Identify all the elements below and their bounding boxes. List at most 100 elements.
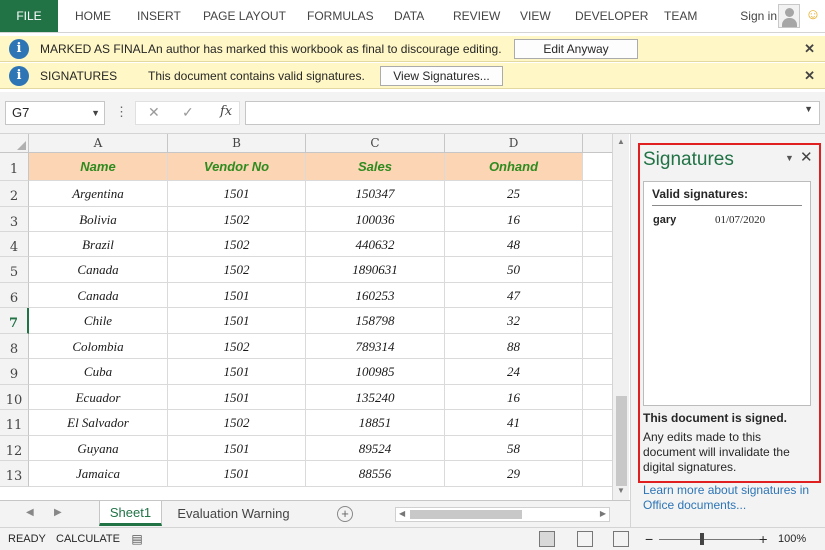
header-cell[interactable]: Vendor No <box>168 153 306 181</box>
signature-date[interactable]: 01/07/2020 <box>715 214 765 226</box>
row-header[interactable]: 1 <box>0 153 29 181</box>
macro-record-icon[interactable]: ▤ <box>130 532 144 546</box>
table-cell[interactable]: 100985 <box>306 359 445 385</box>
table-cell[interactable]: 135240 <box>306 385 445 410</box>
table-cell[interactable] <box>583 359 612 385</box>
zoom-slider[interactable] <box>659 539 767 540</box>
add-sheet-icon[interactable]: + <box>337 506 353 522</box>
table-cell[interactable]: 150347 <box>306 181 445 207</box>
tab-developer[interactable]: DEVELOPER <box>575 0 648 32</box>
table-cell[interactable]: 1501 <box>168 359 306 385</box>
row-header[interactable]: 2 <box>0 181 29 207</box>
table-cell[interactable]: Cuba <box>29 359 168 385</box>
insert-function-icon[interactable]: fx <box>220 104 232 119</box>
table-cell[interactable]: 29 <box>445 461 583 487</box>
table-cell[interactable]: 50 <box>445 257 583 283</box>
table-cell[interactable]: 789314 <box>306 334 445 359</box>
table-cell[interactable] <box>583 181 612 207</box>
tab-file[interactable]: FILE <box>0 0 58 32</box>
table-cell[interactable]: 47 <box>445 283 583 308</box>
header-cell[interactable]: Onhand <box>445 153 583 181</box>
tab-insert[interactable]: INSERT <box>137 0 181 32</box>
table-cell[interactable] <box>583 334 612 359</box>
table-cell[interactable] <box>583 257 612 283</box>
table-cell[interactable]: 1502 <box>168 410 306 436</box>
table-cell[interactable]: 1502 <box>168 257 306 283</box>
tab-team[interactable]: TEAM <box>664 0 697 32</box>
header-cell[interactable] <box>583 153 612 181</box>
normal-view-icon[interactable] <box>539 531 555 547</box>
table-cell[interactable] <box>583 283 612 308</box>
zoom-in-button[interactable]: + <box>759 528 767 550</box>
table-cell[interactable]: 1501 <box>168 436 306 461</box>
tab-page-layout[interactable]: PAGE LAYOUT <box>203 0 286 32</box>
signer-name[interactable]: gary <box>653 214 676 226</box>
select-all-corner[interactable] <box>0 134 29 153</box>
close-icon[interactable]: ✕ <box>804 63 815 89</box>
tab-review[interactable]: REVIEW <box>453 0 500 32</box>
table-cell[interactable] <box>583 385 612 410</box>
name-box[interactable]: G7 ▼ <box>5 101 105 125</box>
table-cell[interactable]: 41 <box>445 410 583 436</box>
vertical-scrollbar[interactable]: ▲ ▼ <box>612 134 629 500</box>
table-cell[interactable]: 1502 <box>168 207 306 232</box>
table-cell[interactable]: 24 <box>445 359 583 385</box>
scroll-thumb[interactable] <box>410 510 522 519</box>
table-cell[interactable] <box>583 436 612 461</box>
header-cell[interactable]: Sales <box>306 153 445 181</box>
row-header[interactable]: 9 <box>0 359 29 385</box>
pane-options-icon[interactable]: ▼ <box>785 153 794 163</box>
scroll-down-icon[interactable]: ▼ <box>617 486 625 495</box>
table-cell[interactable] <box>583 461 612 487</box>
scroll-left-icon[interactable]: ◀ <box>399 509 405 518</box>
zoom-out-button[interactable]: − <box>645 528 653 550</box>
page-break-view-icon[interactable] <box>613 531 629 547</box>
table-cell[interactable]: Argentina <box>29 181 168 207</box>
status-calculate[interactable]: CALCULATE <box>56 528 120 550</box>
cancel-icon[interactable]: ✕ <box>148 104 160 121</box>
table-cell[interactable]: 1890631 <box>306 257 445 283</box>
edit-anyway-button[interactable]: Edit Anyway <box>514 39 638 59</box>
zoom-slider-thumb[interactable] <box>700 533 704 545</box>
enter-icon[interactable]: ✓ <box>182 104 194 121</box>
table-cell[interactable] <box>583 410 612 436</box>
row-header[interactable]: 12 <box>0 436 29 461</box>
table-cell[interactable]: 88556 <box>306 461 445 487</box>
horizontal-scrollbar[interactable]: ◀ ▶ <box>395 507 610 522</box>
row-header[interactable]: 11 <box>0 410 29 436</box>
next-sheet-icon[interactable]: ▶ <box>54 507 62 518</box>
table-cell[interactable]: 16 <box>445 207 583 232</box>
row-header[interactable]: 5 <box>0 257 29 283</box>
table-cell[interactable]: Ecuador <box>29 385 168 410</box>
smile-feedback-icon[interactable]: ☺ <box>805 7 821 23</box>
sign-in-link[interactable]: Sign in <box>740 0 777 32</box>
more-options-icon[interactable]: ⋮ <box>115 101 128 125</box>
table-cell[interactable] <box>583 207 612 232</box>
prev-sheet-icon[interactable]: ◀ <box>26 507 34 518</box>
table-cell[interactable]: 16 <box>445 385 583 410</box>
table-cell[interactable]: 1502 <box>168 232 306 257</box>
table-cell[interactable]: 1501 <box>168 385 306 410</box>
tab-home[interactable]: HOME <box>75 0 111 32</box>
row-header[interactable]: 4 <box>0 232 29 257</box>
table-cell[interactable]: Jamaica <box>29 461 168 487</box>
table-cell[interactable]: 160253 <box>306 283 445 308</box>
tab-formulas[interactable]: FORMULAS <box>307 0 374 32</box>
table-cell[interactable]: Colombia <box>29 334 168 359</box>
table-cell[interactable]: Canada <box>29 283 168 308</box>
table-cell[interactable]: 1501 <box>168 461 306 487</box>
column-header[interactable] <box>583 134 612 153</box>
table-cell[interactable]: Guyana <box>29 436 168 461</box>
table-cell[interactable]: 48 <box>445 232 583 257</box>
table-cell[interactable]: 440632 <box>306 232 445 257</box>
table-cell[interactable]: Canada <box>29 257 168 283</box>
table-cell[interactable]: 1502 <box>168 334 306 359</box>
table-cell[interactable] <box>583 232 612 257</box>
row-header[interactable]: 13 <box>0 461 29 487</box>
close-icon[interactable]: ✕ <box>804 36 815 62</box>
table-cell[interactable]: El Salvador <box>29 410 168 436</box>
zoom-level[interactable]: 100% <box>778 528 806 550</box>
column-header[interactable]: B <box>168 134 306 153</box>
row-header[interactable]: 10 <box>0 385 29 410</box>
tab-data[interactable]: DATA <box>394 0 424 32</box>
